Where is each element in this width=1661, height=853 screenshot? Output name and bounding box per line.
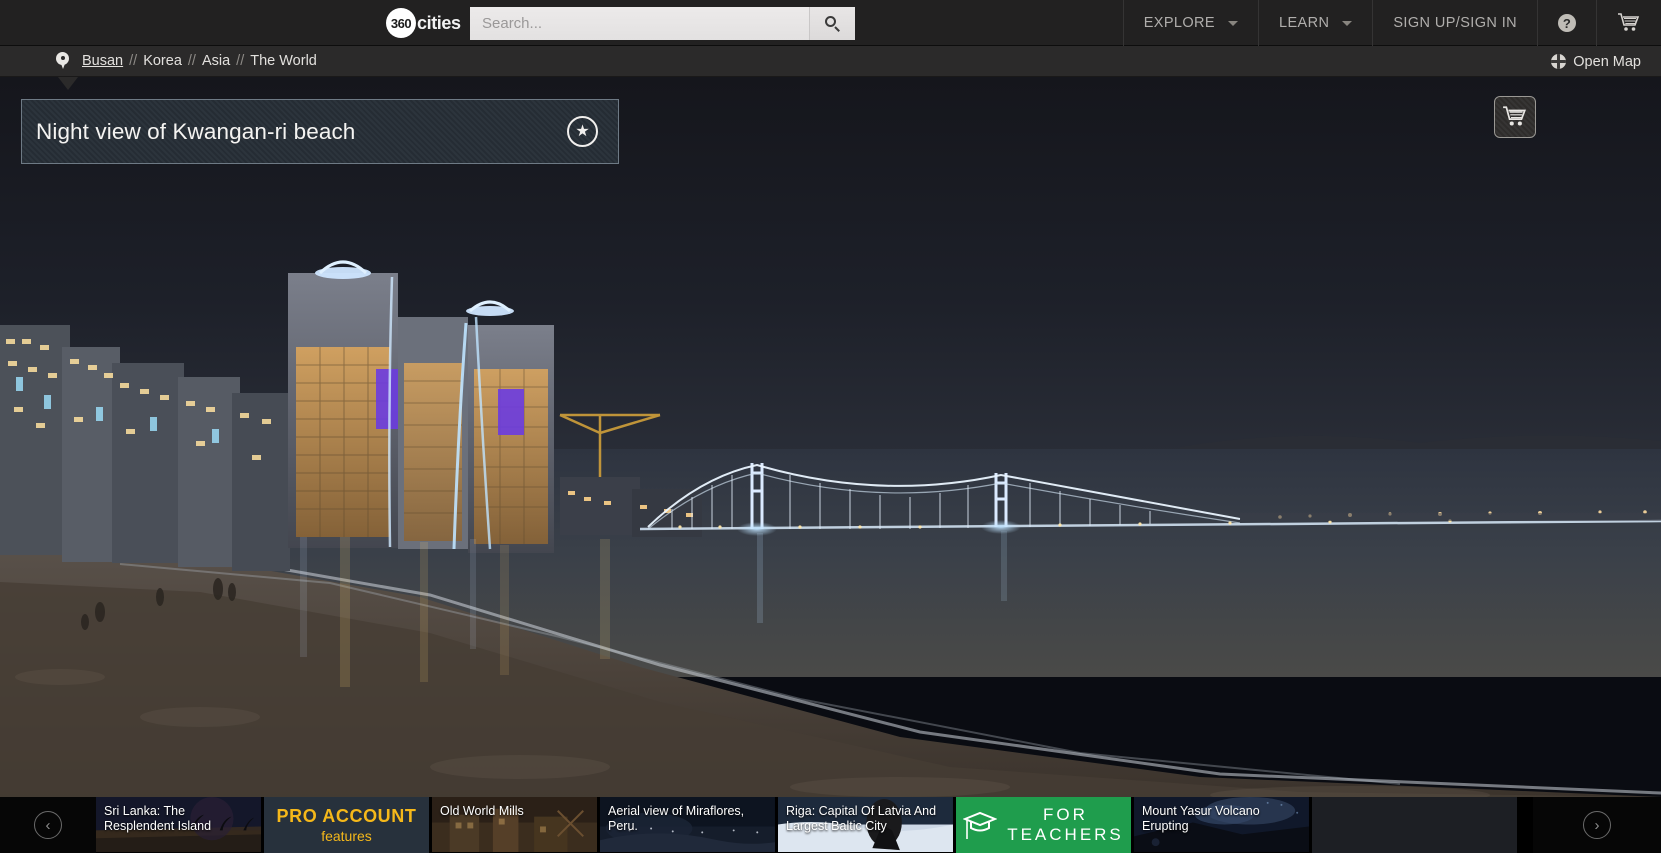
chevron-right-icon: › <box>1583 811 1611 839</box>
filmstrip-item-for-teachers[interactable]: FOR TEACHERS <box>956 797 1134 853</box>
filmstrip-item-old-world-mills[interactable]: Old World Mills <box>432 797 600 853</box>
search-submit-button[interactable] <box>810 7 855 40</box>
logo-wordmark: cities <box>417 12 461 33</box>
filmstrip-item-riga[interactable]: Riga: Capital Of Latvia And Largest Balt… <box>778 797 956 853</box>
nav-item-learn-label: LEARN <box>1279 15 1330 31</box>
breadcrumb-bar: Busan // Korea // Asia // The World Open… <box>0 46 1661 77</box>
nav-item-signup-signin[interactable]: SIGN UP/SIGN IN <box>1372 0 1537 46</box>
filmstrip-next-button[interactable]: › <box>1533 797 1661 853</box>
chevron-down-icon <box>1228 20 1238 26</box>
star-icon[interactable]: ★ <box>567 116 598 147</box>
help-button[interactable]: ? <box>1537 0 1596 46</box>
breadcrumb-separator: // <box>236 53 245 69</box>
open-map-button[interactable]: Open Map <box>1551 46 1641 77</box>
graduation-cap-icon <box>963 811 998 839</box>
shopping-cart-icon <box>1618 13 1640 31</box>
panorama-viewer[interactable] <box>0 77 1661 797</box>
breadcrumb-separator: // <box>129 53 138 69</box>
for-teachers-line1: FOR <box>1043 805 1088 824</box>
thumbnail-image <box>778 797 953 853</box>
breadcrumb: Busan // Korea // Asia // The World <box>56 52 317 70</box>
pro-account-subtitle: features <box>321 828 372 844</box>
breadcrumb-item-asia[interactable]: Asia <box>202 53 230 69</box>
nav-items: EXPLORE LEARN SIGN UP/SIGN IN ? <box>1122 0 1661 46</box>
breadcrumb-notch <box>58 77 78 90</box>
filmstrip-item-pro-account[interactable]: PRO ACCOUNT features <box>264 797 432 853</box>
nav-item-explore-label: EXPLORE <box>1143 15 1215 31</box>
search-input[interactable] <box>470 7 810 40</box>
breadcrumb-item-busan[interactable]: Busan <box>82 53 123 69</box>
search-bar <box>470 7 855 40</box>
breadcrumb-item-korea[interactable]: Korea <box>143 53 182 69</box>
filmstrip-item-placeholder[interactable] <box>1312 797 1520 853</box>
globe-icon <box>1551 54 1567 69</box>
open-map-label: Open Map <box>1573 53 1641 70</box>
thumbnail-image <box>1134 797 1309 853</box>
nav-item-signup-signin-label: SIGN UP/SIGN IN <box>1393 15 1517 31</box>
top-navigation-bar: 360 cities EXPLORE LEARN SIGN UP/SIGN IN <box>0 0 1661 46</box>
page-root: 360 cities EXPLORE LEARN SIGN UP/SIGN IN <box>0 0 1661 853</box>
filmstrip-prev-button[interactable]: ‹ <box>0 797 96 853</box>
thumbnail-image <box>96 797 261 852</box>
nav-item-learn[interactable]: LEARN <box>1258 0 1372 46</box>
filmstrip-item-mount-yasur[interactable]: Mount Yasur Volcano Erupting <box>1134 797 1312 853</box>
map-pin-icon <box>56 52 69 70</box>
search-icon <box>824 15 841 32</box>
filmstrip-item-miraflores[interactable]: Aerial view of Miraflores, Peru. <box>600 797 778 853</box>
for-teachers-line2: TEACHERS <box>1007 825 1124 844</box>
chevron-down-icon <box>1342 20 1353 26</box>
nav-item-explore[interactable]: EXPLORE <box>1122 0 1258 46</box>
panorama-image <box>0 77 1661 797</box>
panorama-title-panel: Night view of Kwangan-ri beach ★ <box>21 99 619 164</box>
pro-account-title: PRO ACCOUNT <box>276 806 417 826</box>
thumbnail-image <box>432 797 597 852</box>
shopping-cart-icon <box>1503 106 1527 126</box>
for-teachers-label: FOR TEACHERS <box>1007 805 1124 845</box>
buy-cart-button[interactable] <box>1494 96 1536 138</box>
related-panoramas-filmstrip: ‹ Sri Lanka: The Resplendent Island PRO … <box>0 797 1661 853</box>
thumbnail-image <box>600 797 775 853</box>
site-logo[interactable]: 360 cities <box>386 8 461 38</box>
breadcrumb-item-the-world[interactable]: The World <box>250 53 317 69</box>
breadcrumb-separator: // <box>187 53 196 69</box>
chevron-left-icon: ‹ <box>34 811 62 839</box>
filmstrip-item-sri-lanka[interactable]: Sri Lanka: The Resplendent Island <box>96 797 264 853</box>
page-title: Night view of Kwangan-ri beach <box>36 118 356 144</box>
cart-button[interactable] <box>1596 0 1661 46</box>
question-mark-icon: ? <box>1558 14 1576 32</box>
logo-badge: 360 <box>386 8 416 38</box>
